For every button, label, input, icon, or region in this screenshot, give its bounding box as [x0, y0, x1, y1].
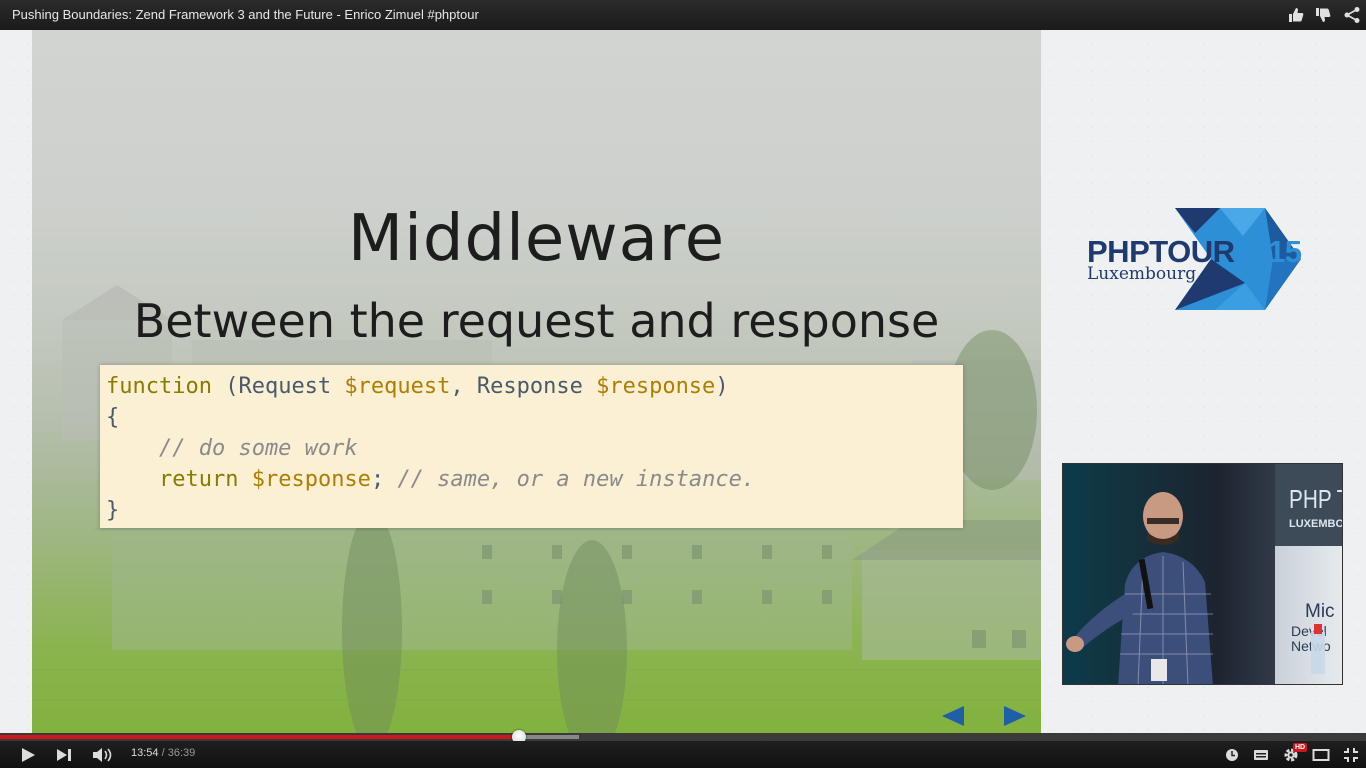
phptour-logo: PHPTOUR2015 Luxembourg: [1080, 208, 1310, 312]
video-title[interactable]: Pushing Boundaries: Zend Framework 3 and…: [12, 7, 479, 22]
thumbs-up-icon[interactable]: [1287, 6, 1305, 24]
watch-later-icon[interactable]: [1223, 746, 1241, 764]
code-variable: $response: [251, 467, 371, 492]
logo-year: 2015: [1234, 234, 1302, 269]
player-controls: 13:54 / 36:39 HD: [0, 741, 1366, 768]
code-line-5: }: [106, 498, 120, 523]
fullscreen-icon[interactable]: [1342, 746, 1360, 764]
speaker-figure: [1066, 492, 1325, 684]
captions-icon[interactable]: [1252, 746, 1270, 764]
presentation-slide: Middleware Between the request and respo…: [32, 30, 1041, 733]
time-separator: /: [158, 747, 168, 759]
code-variable: $response: [596, 374, 716, 399]
code-comment: // same, or a new instance.: [397, 467, 756, 492]
play-icon[interactable]: [19, 746, 37, 764]
theater-mode-icon[interactable]: [1312, 746, 1330, 764]
video-frame[interactable]: Middleware Between the request and respo…: [0, 30, 1366, 733]
previous-slide-icon[interactable]: [940, 705, 966, 727]
code-line-4: return $response; // same, or a new inst…: [106, 464, 963, 495]
slide-subtitle: Between the request and response: [133, 294, 940, 348]
logo-subtitle: Luxembourg: [1087, 264, 1197, 284]
hd-badge: HD: [1293, 743, 1308, 752]
code-keyword: return: [158, 467, 239, 492]
code-line-3: // do some work: [106, 436, 358, 461]
code-text: , Response: [450, 374, 597, 399]
progress-played: [0, 735, 520, 739]
thumbs-down-icon[interactable]: [1314, 6, 1332, 24]
code-variable: $request: [344, 374, 451, 399]
share-icon[interactable]: [1343, 6, 1361, 24]
speaker-camera-inset: PHP T LUXEMBOU Mic Devel Netwo: [1062, 463, 1343, 685]
code-text: ;: [370, 467, 398, 492]
progress-bar[interactable]: [0, 730, 1366, 744]
code-line-2: {: [106, 405, 120, 430]
time-display: 13:54 / 36:39: [131, 747, 195, 759]
code-line-1: function (Request $request, Response $re…: [106, 371, 963, 402]
duration: 36:39: [167, 747, 196, 759]
volume-icon[interactable]: [92, 746, 114, 764]
slide-title: Middleware: [347, 202, 726, 276]
current-time: 13:54: [131, 747, 159, 759]
code-keyword: function: [106, 374, 212, 399]
code-text: ): [715, 374, 729, 399]
next-slide-icon[interactable]: [1002, 705, 1028, 727]
code-block: function (Request $request, Response $re…: [100, 365, 963, 528]
top-bar: Pushing Boundaries: Zend Framework 3 and…: [0, 0, 1366, 30]
next-icon[interactable]: [55, 746, 73, 764]
code-text: (Request: [211, 374, 345, 399]
